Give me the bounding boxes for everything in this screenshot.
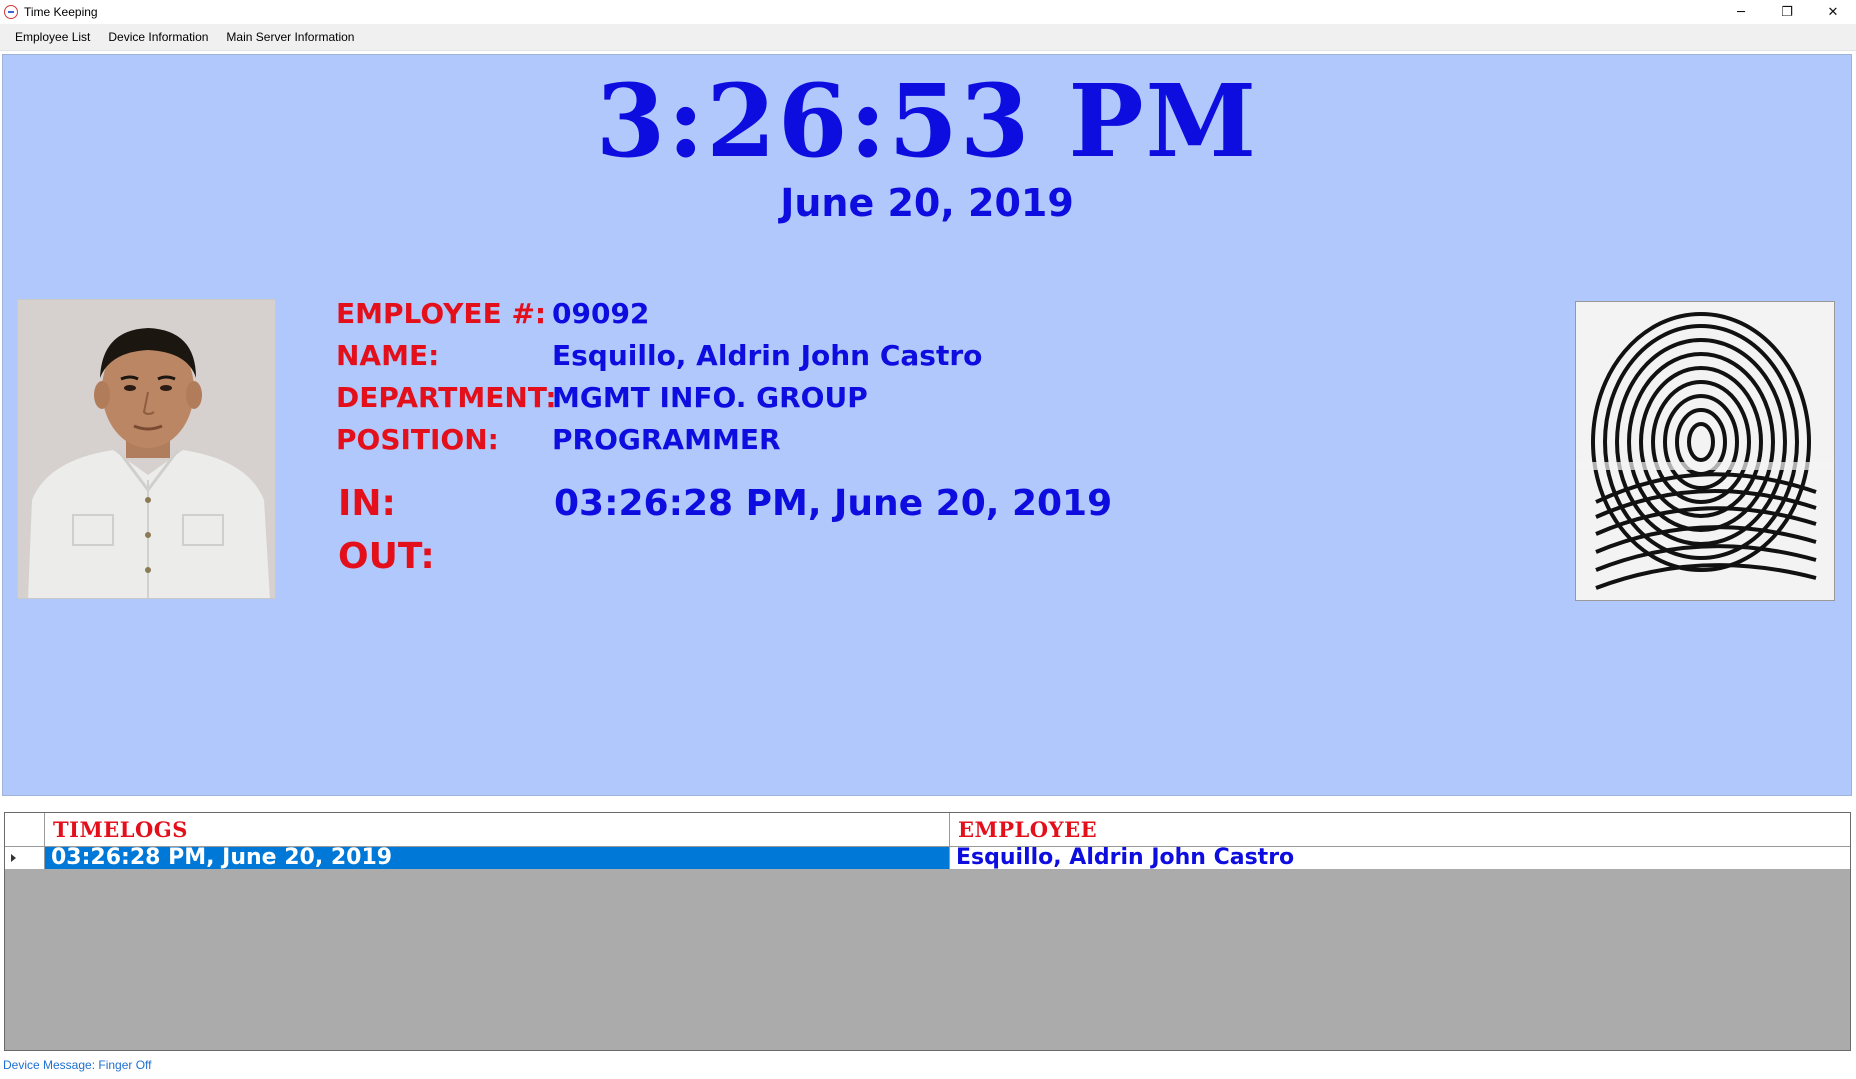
employee-cell[interactable]: Esquillo, Aldrin John Castro — [949, 847, 1850, 869]
department-value: MGMT INFO. GROUP — [552, 381, 868, 414]
department-label: DEPARTMENT: — [336, 381, 557, 414]
minimize-button[interactable]: ─ — [1718, 0, 1764, 24]
column-header-employee[interactable]: EMPLOYEE — [949, 813, 1850, 846]
employee-photo-image — [18, 300, 275, 598]
clock-time: 3:26:53 PM — [595, 62, 1259, 180]
close-button[interactable]: ✕ — [1810, 0, 1856, 24]
window-title: Time Keeping — [24, 5, 98, 19]
timelog-cell[interactable]: 03:26:28 PM, June 20, 2019 — [45, 847, 949, 869]
time-in-label: IN: — [338, 483, 396, 524]
fingerprint-icon — [1576, 302, 1834, 600]
title-bar: Time Keeping ─ ❐ ✕ — [0, 0, 1856, 24]
grid-corner-cell — [5, 813, 45, 846]
row-pointer-icon — [5, 847, 45, 869]
employee-name-label: NAME: — [336, 339, 440, 372]
timelogs-grid[interactable]: TIMELOGS EMPLOYEE 03:26:28 PM, June 20, … — [4, 812, 1851, 1051]
menu-employee-list[interactable]: Employee List — [6, 24, 99, 50]
grid-header: TIMELOGS EMPLOYEE — [5, 813, 1850, 847]
menu-device-information[interactable]: Device Information — [99, 24, 217, 50]
time-in-value: 03:26:28 PM, June 20, 2019 — [554, 483, 1113, 524]
position-label: POSITION: — [336, 423, 499, 456]
employee-photo — [17, 299, 276, 599]
device-message: Device Message: Finger Off — [3, 1058, 152, 1072]
main-panel: 3:26:53 PM June 20, 2019 EMPLOYEE #: 090… — [2, 54, 1852, 796]
table-row[interactable]: 03:26:28 PM, June 20, 2019 Esquillo, Ald… — [5, 847, 1850, 869]
separator — [0, 796, 1856, 812]
position-value: PROGRAMMER — [552, 423, 781, 456]
window-controls: ─ ❐ ✕ — [1718, 0, 1856, 24]
menu-main-server-information[interactable]: Main Server Information — [217, 24, 363, 50]
employee-name-value: Esquillo, Aldrin John Castro — [552, 339, 983, 372]
employee-number-label: EMPLOYEE #: — [336, 297, 547, 330]
app-icon — [4, 5, 18, 19]
restore-button[interactable]: ❐ — [1764, 0, 1810, 24]
menu-bar: Employee List Device Information Main Se… — [0, 24, 1856, 51]
employee-number-value: 09092 — [552, 297, 650, 330]
time-out-label: OUT: — [338, 536, 435, 577]
column-header-timelogs[interactable]: TIMELOGS — [45, 813, 949, 846]
status-bar: Device Message: Finger Off — [0, 1051, 1856, 1079]
clock-date: June 20, 2019 — [780, 181, 1074, 225]
fingerprint-image — [1575, 301, 1835, 601]
